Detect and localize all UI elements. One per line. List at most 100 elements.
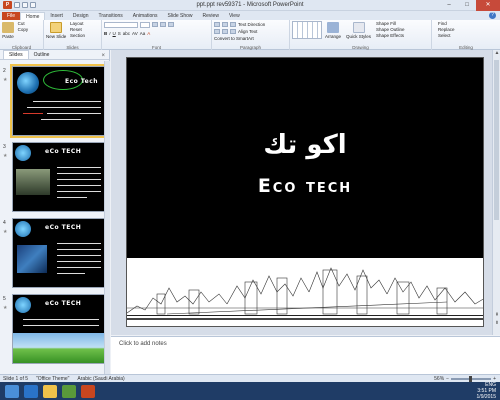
zoom-slider[interactable] <box>451 375 492 382</box>
close-button[interactable]: ✕ <box>476 0 500 11</box>
powerpoint-taskbar-icon[interactable] <box>81 384 95 398</box>
maximize-button[interactable]: □ <box>458 0 476 11</box>
section-button[interactable]: Section <box>70 33 85 39</box>
scroll-thumb[interactable] <box>494 60 499 220</box>
current-slide[interactable]: اكو تك Eco tech <box>126 57 484 327</box>
align-center-icon[interactable] <box>222 29 228 34</box>
thumb-logo: eCo TECH <box>45 300 82 307</box>
numbering-icon[interactable] <box>222 22 228 27</box>
slide-number: 5 <box>3 296 6 302</box>
close-icon[interactable]: × <box>101 53 105 59</box>
drawing-group: Arrange Quick Styles Shape Fill Shape Ou… <box>290 20 432 50</box>
taskbar: ENG 3:51 PM 1/9/2015 <box>0 382 500 400</box>
italic-button[interactable]: I <box>109 31 110 36</box>
tab-review[interactable]: Review <box>198 12 224 20</box>
zoom-level[interactable]: 56% <box>434 376 444 382</box>
tab-slide-show[interactable]: Slide Show <box>163 12 198 20</box>
slides-group: New Slide Layout Reset Section Slides <box>44 20 102 50</box>
shrink-font-icon[interactable] <box>160 22 166 27</box>
smartart-button[interactable]: Convert to SmartArt <box>214 36 254 41</box>
thumb-logo: eCo TECH <box>45 148 82 155</box>
bold-button[interactable]: B <box>104 31 107 36</box>
new-slide-icon <box>50 22 63 33</box>
zoom-out-icon[interactable]: − <box>446 376 449 382</box>
slide-thumbnail-2[interactable]: Eco Tech <box>10 64 107 138</box>
city-sketch-image <box>127 258 483 326</box>
underline-button[interactable]: U <box>113 31 116 36</box>
paste-button[interactable]: Paste <box>2 21 14 39</box>
animation-icon: ★ <box>3 305 8 311</box>
slide-thumbnail-5[interactable]: eCo TECH <box>12 294 105 364</box>
arrange-button[interactable]: Arrange <box>325 21 341 39</box>
slide-counter: Slide 1 of 5 <box>3 375 29 382</box>
help-icon[interactable]: ? <box>489 12 496 19</box>
tab-file[interactable]: File <box>2 12 21 20</box>
previous-slide-icon[interactable]: ⇞ <box>493 312 500 318</box>
panel-scrollbar[interactable] <box>104 61 110 374</box>
clock-date[interactable]: 1/9/2015 <box>477 394 496 400</box>
language-status[interactable]: Arabic (Saudi Arabia) <box>77 376 124 382</box>
scroll-up-icon[interactable]: ▲ <box>493 50 500 56</box>
globe-icon <box>15 145 31 161</box>
editing-group: Find Replace Select Editing <box>432 20 500 50</box>
align-right-icon[interactable] <box>230 29 236 34</box>
tab-home[interactable]: Home <box>20 12 46 20</box>
tab-outline[interactable]: Outline <box>29 51 55 59</box>
notes-placeholder[interactable]: Click to add notes <box>119 341 167 347</box>
globe-icon <box>15 221 31 237</box>
animation-icon: ★ <box>3 153 8 159</box>
bullets-icon[interactable] <box>214 22 220 27</box>
media-icon[interactable] <box>62 384 76 398</box>
tab-design[interactable]: Design <box>68 12 94 20</box>
ie-icon[interactable] <box>24 384 38 398</box>
explorer-icon[interactable] <box>43 384 57 398</box>
shape-effects-button[interactable]: Shape Effects <box>376 33 405 39</box>
minimize-button[interactable]: – <box>440 0 458 11</box>
grow-font-icon[interactable] <box>152 22 158 27</box>
tab-view[interactable]: View <box>224 12 245 20</box>
change-case-button[interactable]: Aa <box>140 31 146 36</box>
slide-number: 4 <box>3 220 6 226</box>
slide-arabic-title[interactable]: اكو تك <box>127 130 483 160</box>
align-left-icon[interactable] <box>214 29 220 34</box>
globe-icon <box>17 72 39 94</box>
next-slide-icon[interactable]: ⇟ <box>493 320 500 326</box>
text-direction-button[interactable]: Text Direction <box>238 22 265 27</box>
ribbon: Paste Cut Copy Clipboard New Slide Layou… <box>0 20 500 50</box>
animation-icon: ★ <box>3 229 8 235</box>
zoom-control: 56% − + <box>434 375 496 382</box>
shapes-gallery[interactable] <box>292 21 322 39</box>
font-name-field[interactable] <box>104 21 138 28</box>
spacing-button[interactable]: AV <box>132 31 138 36</box>
tab-slides[interactable]: Slides <box>3 50 29 59</box>
font-size-field[interactable] <box>140 21 150 28</box>
shadow-button[interactable]: S <box>118 31 121 36</box>
photo-image <box>16 169 50 195</box>
start-button[interactable] <box>5 384 19 398</box>
slide-thumbnail-4[interactable]: eCo TECH <box>12 218 105 288</box>
slide-english-title[interactable]: Eco tech <box>127 175 483 197</box>
indent-icon[interactable] <box>230 22 236 27</box>
font-group: B I U S abc AV Aa A Font <box>102 20 212 50</box>
quick-styles-icon <box>352 22 365 33</box>
clipboard-group: Paste Cut Copy Clipboard <box>0 20 44 50</box>
slides-panel: Slides Outline × 2 ★ Eco Tech 3 ★ eCo TE… <box>0 50 110 375</box>
align-text-button[interactable]: Align Text <box>238 29 257 34</box>
font-color-button[interactable]: A <box>147 31 150 36</box>
window-controls: – □ ✕ <box>440 0 500 11</box>
slide-scrollbar[interactable]: ▲ ⇞ ⇟ <box>492 50 500 335</box>
select-button[interactable]: Select <box>438 33 498 39</box>
strikethrough-button[interactable]: abc <box>123 31 130 36</box>
city-skyline-drawing <box>127 267 483 315</box>
tab-insert[interactable]: Insert <box>45 12 68 20</box>
slide-thumbnail-3[interactable]: eCo TECH <box>12 142 105 212</box>
new-slide-button[interactable]: New Slide <box>46 21 66 39</box>
copy-button[interactable]: Copy <box>18 27 29 33</box>
globe-icon <box>15 297 31 313</box>
notes-pane[interactable]: Click to add notes <box>111 336 500 374</box>
tab-animations[interactable]: Animations <box>128 12 163 20</box>
zoom-in-icon[interactable]: + <box>493 376 496 382</box>
tab-transitions[interactable]: Transitions <box>94 12 128 20</box>
quick-styles-button[interactable]: Quick Styles <box>346 21 371 39</box>
clear-format-icon[interactable] <box>168 22 174 27</box>
